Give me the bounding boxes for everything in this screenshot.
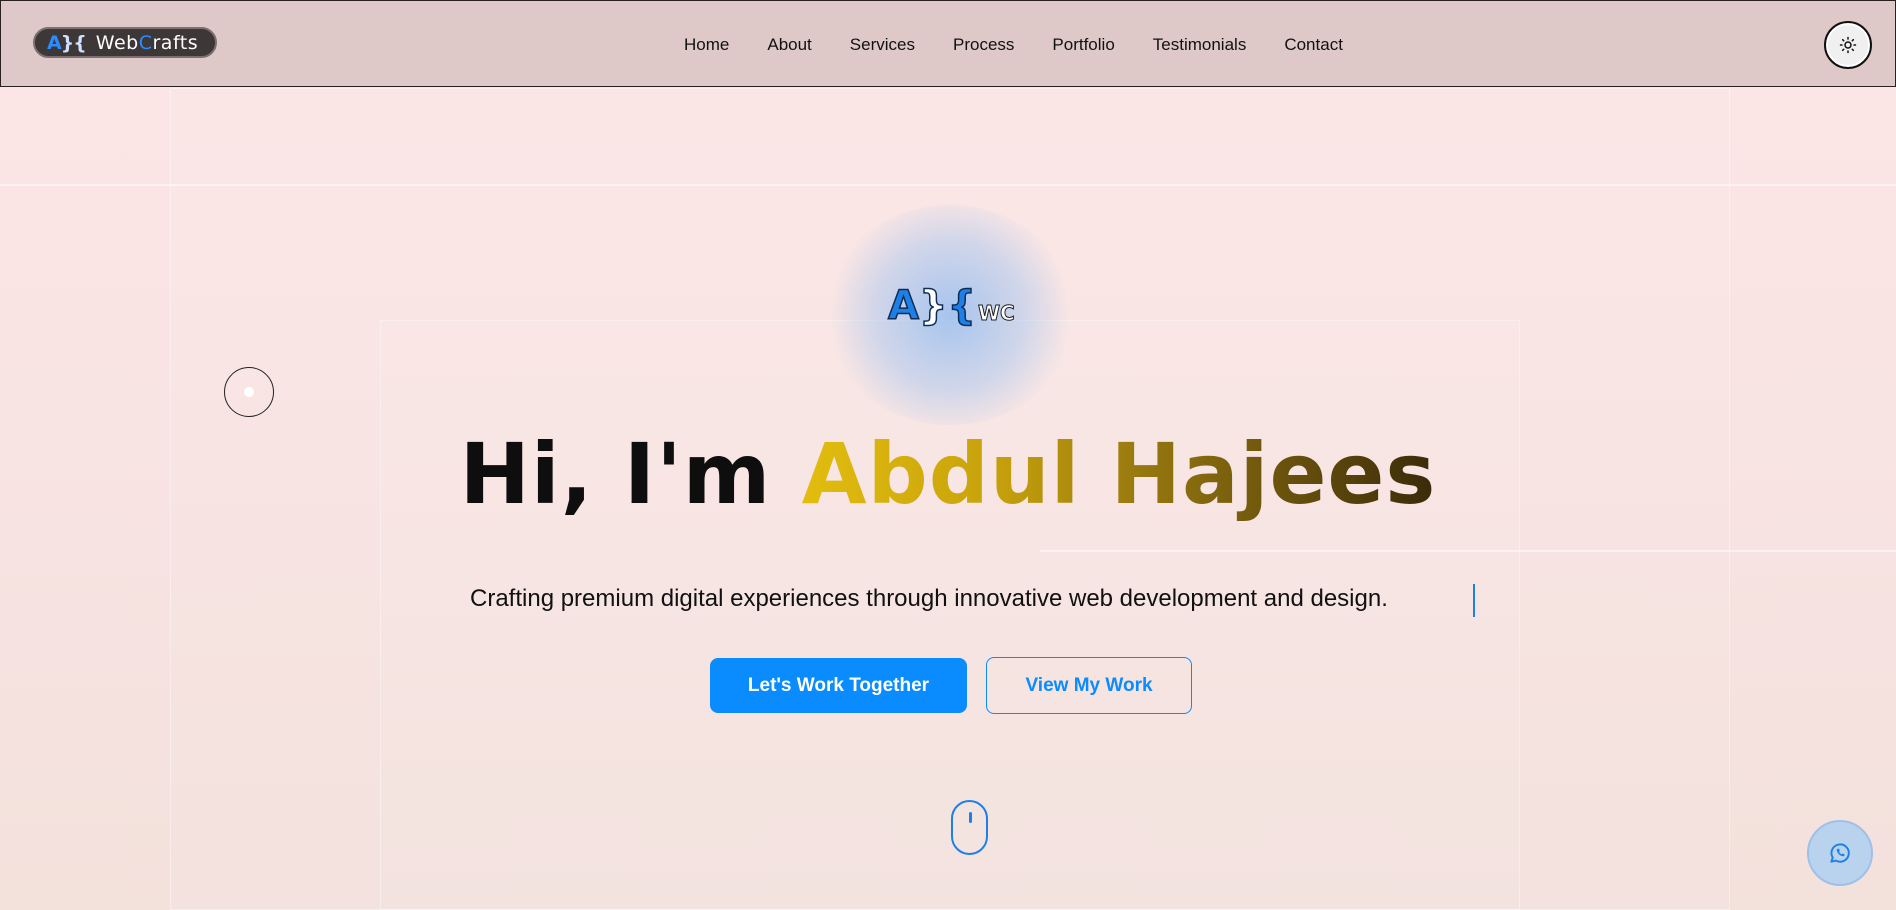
nav-process[interactable]: Process [953, 35, 1014, 55]
hero-title: Hi, I'm Abdul Hajees [0, 425, 1896, 523]
theme-toggle-button[interactable] [1824, 21, 1872, 69]
nav-portfolio[interactable]: Portfolio [1052, 35, 1114, 55]
main-nav: Home About Services Process Portfolio Te… [684, 1, 1381, 88]
nav-contact[interactable]: Contact [1284, 35, 1343, 55]
custom-cursor-dot [244, 387, 254, 397]
hero-logo: A}{WC [887, 282, 1015, 330]
mouse-scroll-icon[interactable] [951, 800, 988, 855]
nav-home[interactable]: Home [684, 35, 729, 55]
brand-mark: A}{ [47, 31, 87, 54]
typing-caret [1473, 584, 1475, 617]
nav-about[interactable]: About [767, 35, 811, 55]
nav-services[interactable]: Services [850, 35, 915, 55]
hero-tagline: Crafting premium digital experiences thr… [470, 585, 1388, 612]
view-work-button[interactable]: View My Work [986, 657, 1192, 714]
hero-greeting: Hi, I'm [459, 425, 802, 523]
nav-testimonials[interactable]: Testimonials [1153, 35, 1247, 55]
background-line [1040, 550, 1896, 552]
scroll-wheel [969, 812, 972, 823]
background-line [0, 184, 1896, 186]
work-together-button[interactable]: Let's Work Together [710, 658, 967, 713]
whatsapp-button[interactable] [1807, 820, 1873, 886]
brand-logo[interactable]: A}{ WebCrafts [33, 27, 217, 58]
whatsapp-icon [1830, 843, 1850, 863]
navbar: A}{ WebCrafts Home About Services Proces… [0, 0, 1896, 87]
sun-icon [1839, 36, 1857, 54]
brand-name: WebCrafts [95, 31, 199, 54]
hero-name: Abdul Hajees [801, 425, 1437, 523]
